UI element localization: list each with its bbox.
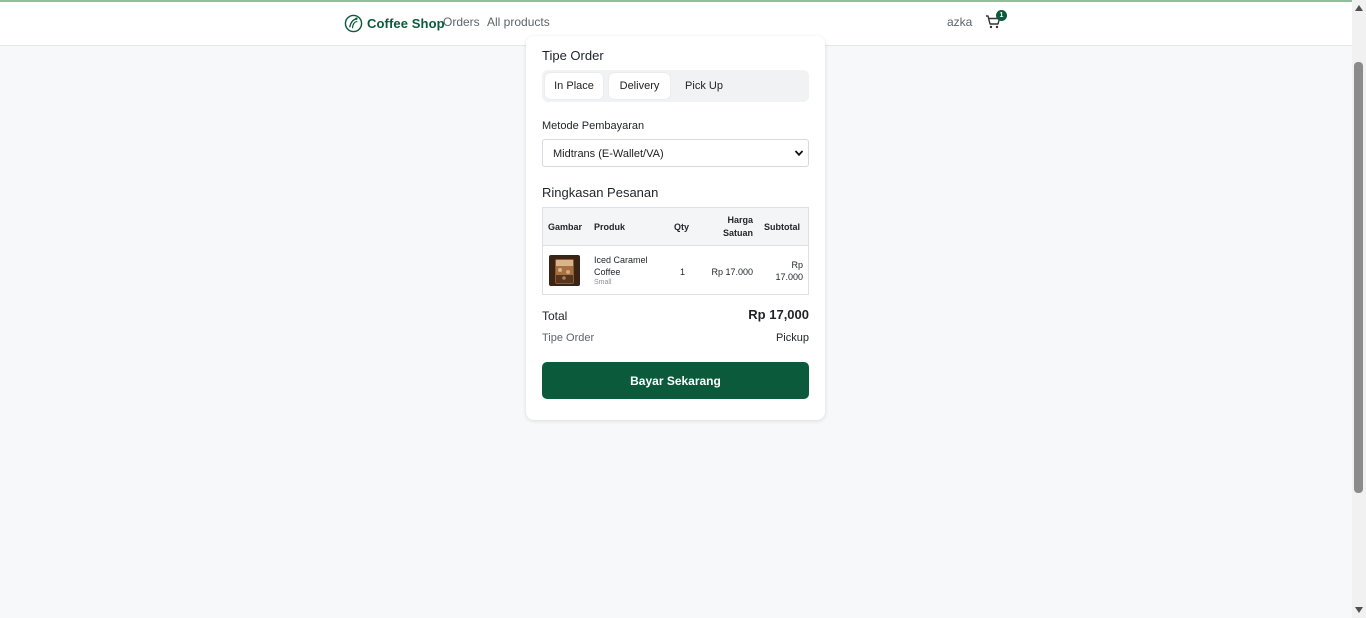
product-subtotal: Rp 17.000 xyxy=(775,260,803,282)
product-size: Small xyxy=(594,279,612,286)
header-harga-satuan: Harga Satuan xyxy=(722,215,753,238)
product-qty: 1 xyxy=(680,267,686,277)
nav-orders[interactable]: Orders xyxy=(443,15,480,29)
order-type-title: Tipe Order xyxy=(542,48,604,63)
order-summary-title: Ringkasan Pesanan xyxy=(542,185,659,200)
page-scrollbar[interactable] xyxy=(1352,0,1366,618)
pay-now-button[interactable]: Bayar Sekarang xyxy=(542,362,809,399)
payment-method-label: Metode Pembayaran xyxy=(542,120,645,132)
user-name[interactable]: azka xyxy=(947,15,972,29)
cart-count-badge: 1 xyxy=(996,10,1007,21)
header-qty: Qty xyxy=(674,222,690,232)
order-type-summary-value: Pickup xyxy=(775,332,809,344)
total-value: Rp 17,000 xyxy=(748,307,809,322)
product-image xyxy=(549,255,580,286)
header-subtotal: Subtotal xyxy=(764,222,800,232)
scrollbar-thumb[interactable] xyxy=(1354,62,1363,493)
header-produk: Produk xyxy=(594,222,626,232)
brand-name: Coffee Shop xyxy=(367,16,445,31)
brand-link[interactable]: Coffee Shop xyxy=(344,14,445,33)
header-gambar: Gambar xyxy=(548,222,583,232)
product-name: Iced Caramel Coffee xyxy=(594,255,648,277)
order-summary-table: Gambar Produk Qty Harga Satuan Subtotal … xyxy=(542,207,809,295)
scroll-down-arrow-icon[interactable] xyxy=(1355,607,1363,613)
order-type-pick-up[interactable]: Pick Up xyxy=(675,73,733,99)
order-type-delivery[interactable]: Delivery xyxy=(609,73,670,99)
nav-all-products[interactable]: All products xyxy=(487,15,550,29)
order-type-selector: In Place Delivery Pick Up xyxy=(542,70,809,102)
coffee-logo-icon xyxy=(344,14,363,33)
scroll-up-arrow-icon[interactable] xyxy=(1355,5,1363,11)
payment-method-value: Midtrans (E-Wallet/VA) xyxy=(553,148,664,160)
product-unit-price: Rp 17.000 xyxy=(711,267,753,277)
table-header: Gambar Produk Qty Harga Satuan Subtotal xyxy=(543,208,808,246)
chevron-down-icon xyxy=(794,150,804,157)
order-type-in-place[interactable]: In Place xyxy=(545,73,603,99)
total-label: Total xyxy=(542,309,568,323)
order-type-summary-label: Tipe Order xyxy=(542,332,595,344)
payment-method-select[interactable]: Midtrans (E-Wallet/VA) xyxy=(542,139,809,167)
